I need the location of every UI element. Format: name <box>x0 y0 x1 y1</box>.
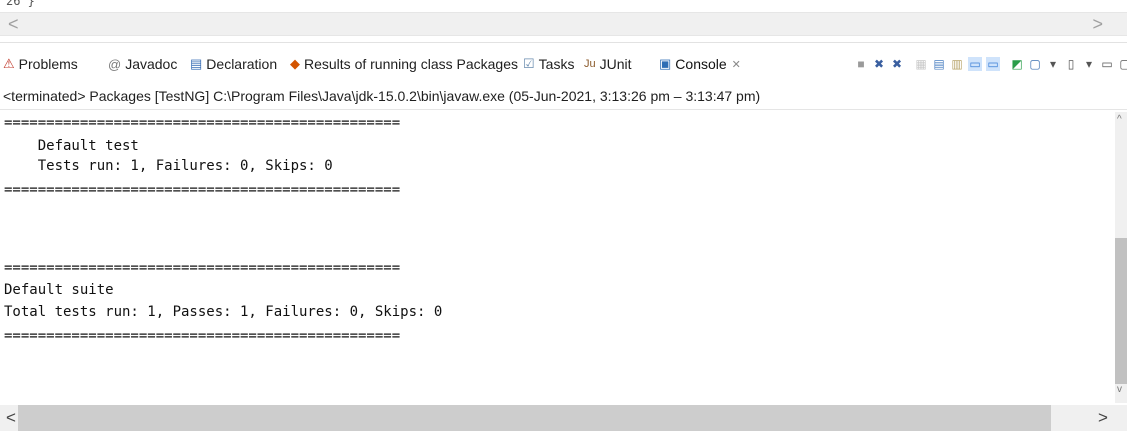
console-output[interactable]: ========================================… <box>0 112 1115 402</box>
console-toolbar: ■ ✖ ✖ ▦ ▤ ▥ ▭ ▭ ◩ ▢ ▾ ▯ ▾ ▭ ▢ <box>854 54 1127 74</box>
editor-remnant: 26 } < > <box>0 0 1127 43</box>
tasks-icon: ☑ <box>523 56 535 71</box>
javadoc-icon: @ <box>108 56 122 72</box>
console-line: ========================================… <box>4 260 401 276</box>
console-line: Tests run: 1, Failures: 0, Skips: 0 <box>4 158 333 174</box>
editor-horizontal-scrollbar[interactable]: < > <box>0 12 1127 36</box>
tab-label: Declaration <box>206 56 278 72</box>
declaration-icon: ▤ <box>190 56 203 71</box>
tab-declaration[interactable]: ▤ Declaration <box>190 56 277 72</box>
open-console-icon[interactable]: ◩ <box>1010 57 1024 71</box>
editor-code-fragment: 26 } <box>6 0 35 8</box>
tab-testng-results[interactable]: ◆ Results of running class Packages <box>290 56 518 72</box>
tab-tasks[interactable]: ☑ Tasks <box>523 56 574 72</box>
tab-label: JUnit <box>599 56 632 72</box>
pin-console-icon[interactable]: ▭ <box>968 57 982 71</box>
view-tab-bar: ⚠ Problems @ Javadoc ▤ Declaration ◆ Res… <box>0 46 1127 82</box>
remove-launch-icon[interactable]: ✖ <box>872 57 886 71</box>
close-icon[interactable]: ✕ <box>732 58 741 71</box>
junit-icon: Ju <box>584 58 596 70</box>
scroll-left-arrow-icon[interactable]: < <box>8 13 19 35</box>
tab-label: Problems <box>18 56 78 72</box>
tab-problems[interactable]: ⚠ Problems <box>3 56 78 72</box>
scroll-right-arrow-icon[interactable]: > <box>1098 408 1108 428</box>
console-line: ========================================… <box>4 182 401 198</box>
problems-icon: ⚠ <box>3 56 15 71</box>
tab-junit[interactable]: Ju JUnit <box>584 56 632 72</box>
scroll-left-arrow-icon[interactable]: < <box>6 408 16 428</box>
tab-javadoc[interactable]: @ Javadoc <box>108 56 177 72</box>
display-console-icon[interactable]: ▭ <box>986 57 1000 71</box>
console-line: Default suite <box>4 282 114 298</box>
scroll-lock-icon[interactable]: ▦ <box>914 57 928 71</box>
tab-console[interactable]: ▣ Console ✕ <box>659 56 741 72</box>
console-line: Default test <box>4 138 139 154</box>
maximize-icon[interactable]: ▢ <box>1118 57 1127 71</box>
remove-all-icon[interactable]: ✖ <box>890 57 904 71</box>
tab-label: Javadoc <box>125 56 178 72</box>
testng-results-icon: ◆ <box>290 56 300 71</box>
new-console-icon[interactable]: ▢ <box>1028 57 1042 71</box>
scroll-right-arrow-icon[interactable]: > <box>1092 13 1103 35</box>
terminate-icon[interactable]: ■ <box>854 57 868 71</box>
horizontal-scroll-thumb[interactable] <box>18 405 1051 431</box>
tab-label: Console <box>675 56 727 72</box>
view-menu-icon[interactable]: ▯ <box>1064 57 1078 71</box>
vertical-scroll-thumb[interactable] <box>1115 238 1127 384</box>
console-line: ========================================… <box>4 115 401 131</box>
show-output-icon[interactable]: ▥ <box>950 57 964 71</box>
tab-label: Results of running class Packages <box>304 56 518 72</box>
word-wrap-icon[interactable]: ▤ <box>932 57 946 71</box>
console-line: Total tests run: 1, Passes: 1, Failures:… <box>4 304 443 320</box>
tab-label: Tasks <box>538 56 575 72</box>
scroll-down-arrow-icon[interactable]: v <box>1117 384 1122 395</box>
chevron-down-icon[interactable]: ▾ <box>1082 57 1096 71</box>
console-icon: ▣ <box>659 56 672 71</box>
scroll-up-arrow-icon[interactable]: ^ <box>1117 114 1122 125</box>
console-line: ========================================… <box>4 328 401 344</box>
launch-status: <terminated> Packages [TestNG] C:\Progra… <box>0 85 1127 110</box>
minimize-icon[interactable]: ▭ <box>1100 57 1114 71</box>
chevron-down-icon[interactable]: ▾ <box>1046 57 1060 71</box>
